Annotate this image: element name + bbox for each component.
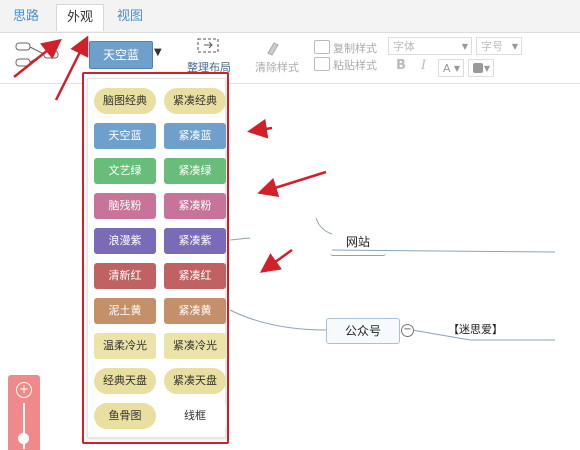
annotation-arrow bbox=[259, 248, 293, 273]
annotation-arrow bbox=[54, 35, 89, 101]
annotation-arrows bbox=[13, 35, 327, 273]
annotation-arrow bbox=[13, 38, 62, 78]
annotation-arrow bbox=[257, 170, 327, 198]
annotation-arrow bbox=[247, 118, 273, 139]
